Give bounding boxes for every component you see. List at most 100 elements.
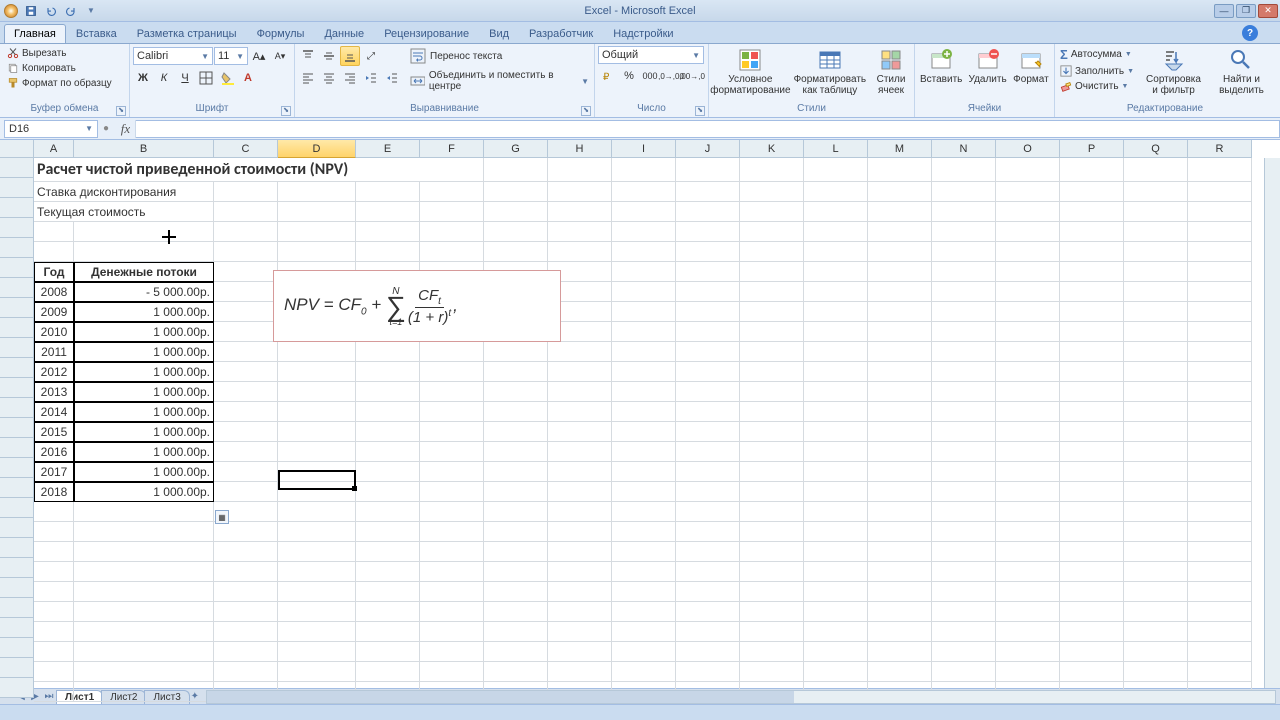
save-icon[interactable] bbox=[22, 3, 40, 19]
cell[interactable] bbox=[214, 482, 278, 502]
cell[interactable] bbox=[932, 182, 996, 202]
cell[interactable] bbox=[1060, 502, 1124, 522]
cell[interactable] bbox=[740, 562, 804, 582]
cell[interactable] bbox=[804, 482, 868, 502]
cell[interactable] bbox=[932, 262, 996, 282]
row-header-18[interactable] bbox=[0, 498, 34, 518]
column-header-D[interactable]: D bbox=[278, 140, 356, 158]
cell[interactable] bbox=[996, 182, 1060, 202]
cell[interactable] bbox=[356, 422, 420, 442]
cell[interactable] bbox=[804, 642, 868, 662]
cell[interactable] bbox=[676, 382, 740, 402]
cell[interactable] bbox=[740, 362, 804, 382]
row-header-17[interactable] bbox=[0, 478, 34, 498]
cell[interactable]: 2013 bbox=[34, 382, 74, 402]
cell[interactable] bbox=[740, 462, 804, 482]
column-header-R[interactable]: R bbox=[1188, 140, 1252, 158]
cell[interactable] bbox=[804, 302, 868, 322]
cell[interactable] bbox=[278, 402, 356, 422]
find-select-button[interactable]: Найти и выделить bbox=[1211, 46, 1272, 98]
cell[interactable] bbox=[740, 502, 804, 522]
cell[interactable] bbox=[868, 242, 932, 262]
redo-icon[interactable] bbox=[62, 3, 80, 19]
select-all-button[interactable] bbox=[0, 140, 34, 158]
italic-icon[interactable]: К bbox=[154, 68, 174, 88]
cell[interactable] bbox=[74, 562, 214, 582]
cut-button[interactable]: Вырезать bbox=[5, 46, 114, 60]
cell[interactable] bbox=[1124, 282, 1188, 302]
cell[interactable] bbox=[548, 642, 612, 662]
cell[interactable] bbox=[420, 242, 484, 262]
cell[interactable]: Текущая стоимость bbox=[34, 202, 214, 222]
cell[interactable] bbox=[420, 342, 484, 362]
cell[interactable] bbox=[868, 342, 932, 362]
cell[interactable] bbox=[1060, 462, 1124, 482]
delete-cells-button[interactable]: Удалить bbox=[966, 46, 1009, 87]
cell[interactable] bbox=[612, 662, 676, 682]
cell[interactable] bbox=[278, 542, 356, 562]
cell[interactable] bbox=[1188, 282, 1252, 302]
cell[interactable] bbox=[420, 502, 484, 522]
cell[interactable] bbox=[1124, 382, 1188, 402]
cell[interactable] bbox=[214, 662, 278, 682]
cell[interactable] bbox=[420, 602, 484, 622]
cell[interactable] bbox=[278, 462, 356, 482]
cell[interactable] bbox=[214, 622, 278, 642]
ribbon-tab-8[interactable]: Надстройки bbox=[603, 24, 683, 43]
number-format-combo[interactable]: Общий▼ bbox=[598, 46, 704, 64]
cell[interactable] bbox=[214, 642, 278, 662]
cell[interactable] bbox=[868, 522, 932, 542]
cell[interactable] bbox=[1060, 262, 1124, 282]
row-header-23[interactable] bbox=[0, 598, 34, 618]
cell[interactable] bbox=[932, 462, 996, 482]
cell[interactable] bbox=[676, 502, 740, 522]
cell[interactable] bbox=[804, 362, 868, 382]
align-right-icon[interactable] bbox=[340, 68, 360, 88]
cell[interactable] bbox=[996, 662, 1060, 682]
cell[interactable] bbox=[1060, 302, 1124, 322]
conditional-formatting-button[interactable]: Условное форматирование bbox=[712, 46, 789, 98]
cell[interactable] bbox=[214, 602, 278, 622]
orientation-icon[interactable]: ⤢ bbox=[361, 46, 381, 66]
row-header-3[interactable] bbox=[0, 198, 34, 218]
row-header-1[interactable] bbox=[0, 158, 34, 178]
border-icon[interactable] bbox=[196, 68, 216, 88]
cell[interactable] bbox=[676, 622, 740, 642]
cell[interactable] bbox=[356, 502, 420, 522]
row-header-19[interactable] bbox=[0, 518, 34, 538]
cell[interactable]: 2017 bbox=[34, 462, 74, 482]
row-header-4[interactable] bbox=[0, 218, 34, 238]
cell[interactable] bbox=[996, 402, 1060, 422]
cell[interactable] bbox=[278, 582, 356, 602]
cell[interactable] bbox=[484, 202, 548, 222]
horizontal-scrollbar[interactable] bbox=[206, 690, 1276, 704]
cell[interactable] bbox=[612, 302, 676, 322]
cell[interactable] bbox=[214, 262, 278, 282]
cell[interactable] bbox=[932, 242, 996, 262]
cell[interactable] bbox=[612, 602, 676, 622]
row-header-21[interactable] bbox=[0, 558, 34, 578]
cell[interactable] bbox=[1188, 502, 1252, 522]
cell[interactable] bbox=[676, 582, 740, 602]
cell[interactable] bbox=[278, 602, 356, 622]
cell[interactable] bbox=[278, 642, 356, 662]
cell[interactable] bbox=[996, 262, 1060, 282]
percent-icon[interactable]: % bbox=[619, 66, 639, 86]
cell[interactable] bbox=[1188, 522, 1252, 542]
cell[interactable] bbox=[1188, 382, 1252, 402]
cell[interactable] bbox=[74, 522, 214, 542]
cell[interactable] bbox=[804, 542, 868, 562]
cell[interactable] bbox=[996, 362, 1060, 382]
cell[interactable] bbox=[996, 282, 1060, 302]
cell[interactable] bbox=[1060, 662, 1124, 682]
font-color-icon[interactable]: A bbox=[238, 68, 258, 88]
cell[interactable] bbox=[278, 522, 356, 542]
cell[interactable] bbox=[34, 222, 74, 242]
cell[interactable] bbox=[932, 442, 996, 462]
cell[interactable]: - 5 000.00р. bbox=[74, 282, 214, 302]
cell[interactable] bbox=[804, 262, 868, 282]
cell[interactable] bbox=[676, 522, 740, 542]
clear-button[interactable]: Очистить▼ bbox=[1058, 79, 1136, 93]
cell[interactable] bbox=[932, 282, 996, 302]
grow-font-icon[interactable]: A▴ bbox=[249, 46, 269, 66]
